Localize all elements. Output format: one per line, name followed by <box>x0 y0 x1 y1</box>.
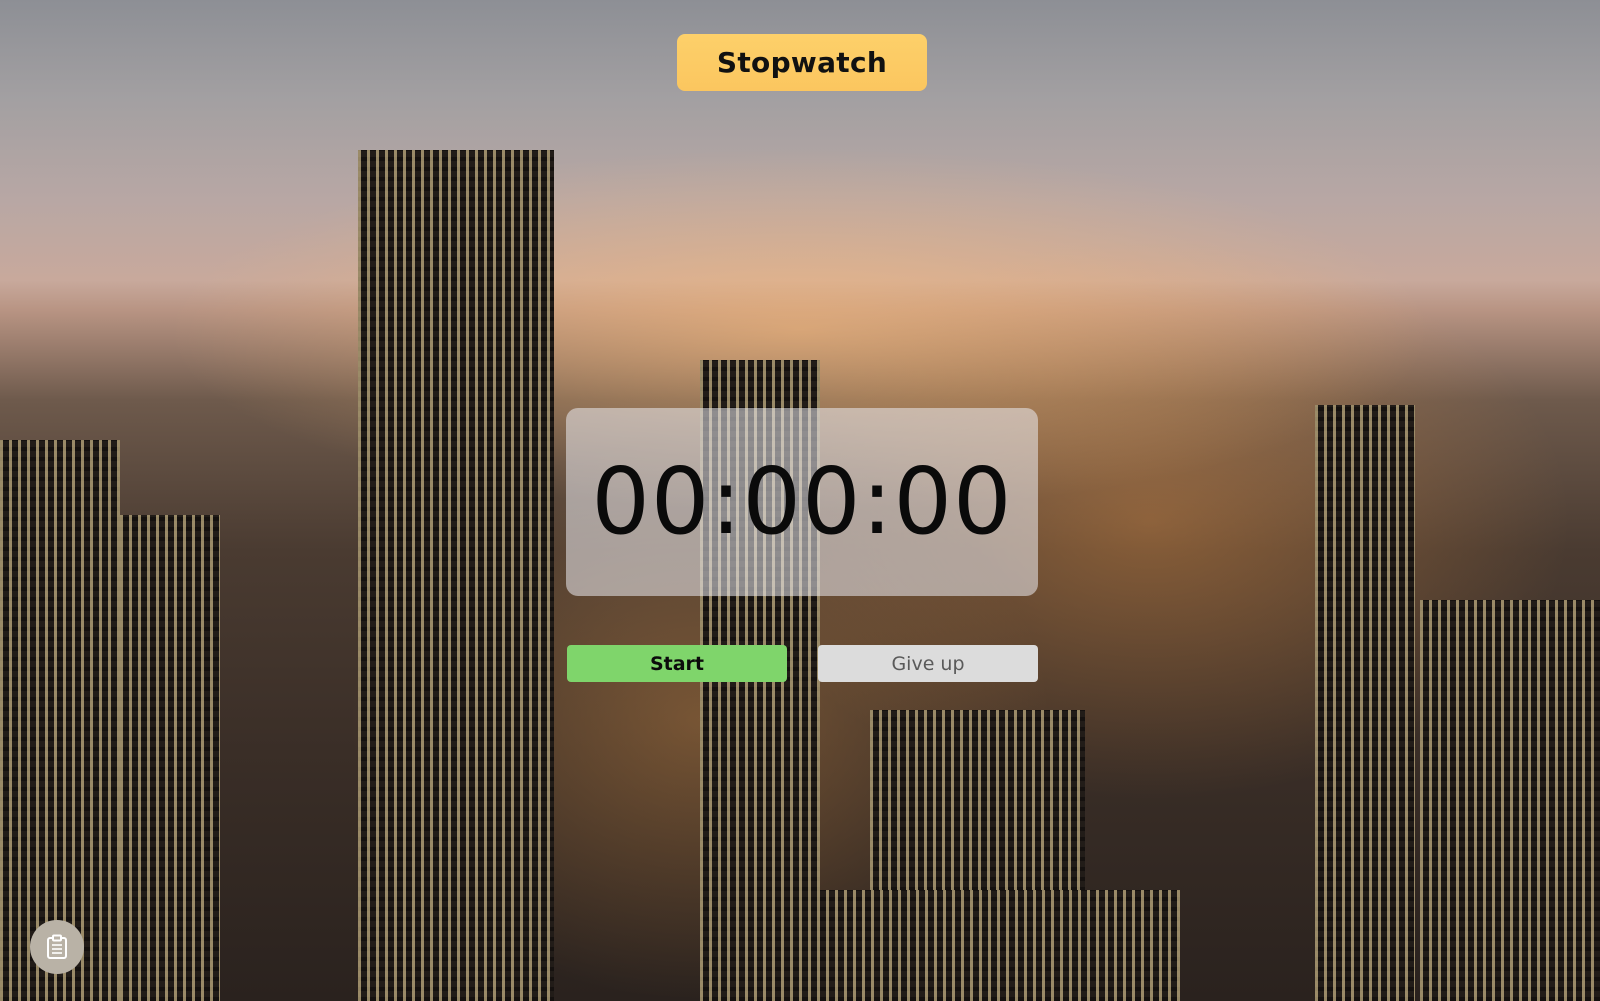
clipboard-button[interactable] <box>30 920 84 974</box>
background-building-bottom <box>700 890 1180 1001</box>
timer-panel: 00:00:00 <box>566 408 1038 596</box>
give-up-button[interactable]: Give up <box>818 645 1038 682</box>
timer-display: 00:00:00 <box>591 448 1013 555</box>
clipboard-icon <box>47 934 67 959</box>
background-building-far-left <box>0 440 120 1001</box>
background-building-far-right <box>1420 600 1600 1001</box>
background-building-left <box>120 515 220 1001</box>
page-title: Stopwatch <box>677 34 927 91</box>
start-button[interactable]: Start <box>567 645 787 682</box>
background-building-right <box>1315 405 1415 1001</box>
app-background: Stopwatch 00:00:00 Start Give up <box>0 0 1600 1001</box>
background-skyscraper-left <box>358 150 554 1001</box>
